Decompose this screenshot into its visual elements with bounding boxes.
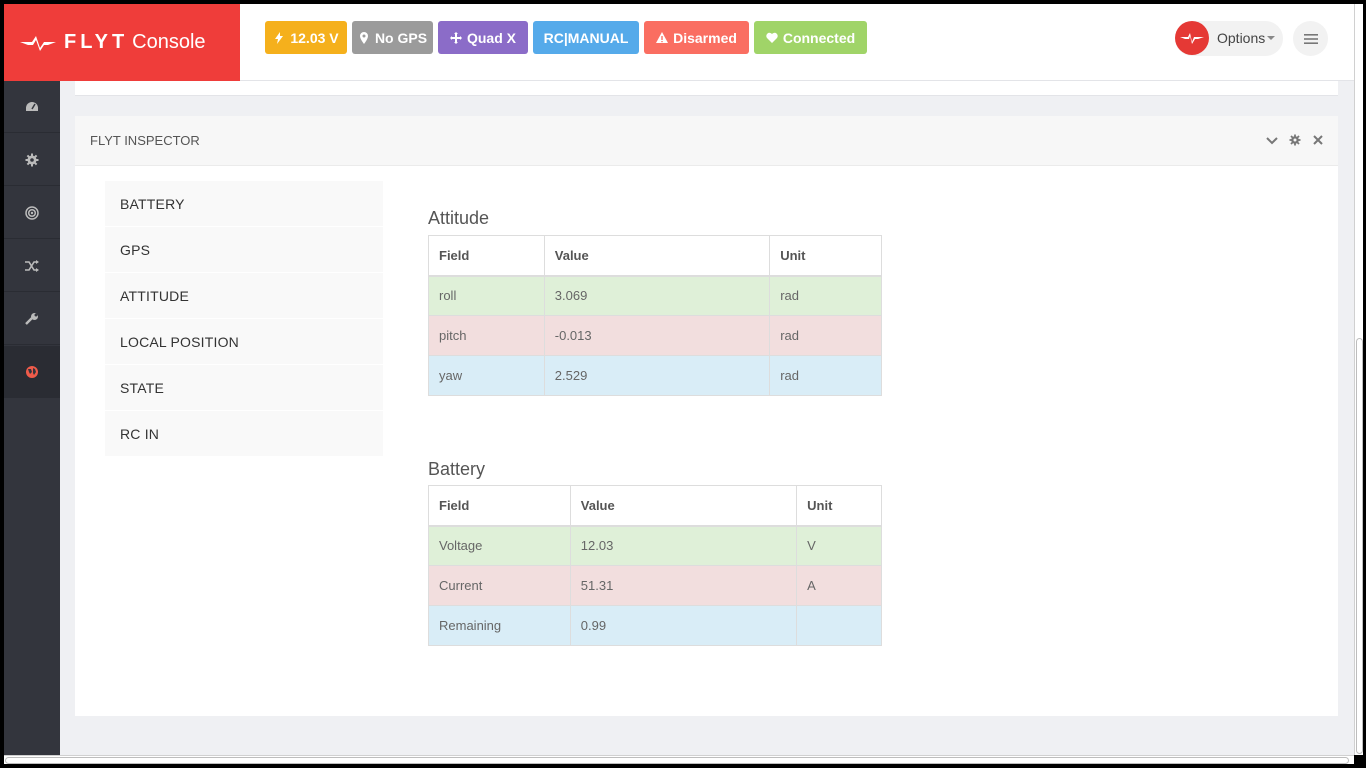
- sidebar-item-globe[interactable]: [4, 346, 60, 398]
- column-header-unit: Unit: [796, 485, 882, 527]
- sidebar-item-settings[interactable]: [4, 134, 60, 186]
- heart-icon: [766, 32, 778, 43]
- menu-button[interactable]: [1293, 21, 1328, 56]
- rc-mode-label: RC|MANUAL: [543, 29, 629, 46]
- warning-icon: [656, 31, 669, 43]
- shuffle-icon: [25, 259, 39, 272]
- voltage-label: 12.03 V: [290, 29, 339, 46]
- globe-icon: [26, 365, 38, 378]
- chevron-down-icon[interactable]: [1266, 134, 1278, 146]
- column-header-field: Field: [428, 235, 545, 277]
- cell-value: 12.03: [569, 525, 798, 566]
- nav-item-attitude[interactable]: ATTITUDE: [105, 273, 383, 319]
- column-header-field: Field: [428, 485, 571, 527]
- cell-value: -0.013: [543, 315, 771, 356]
- arrows-icon: [449, 31, 462, 44]
- wrench-icon: [25, 312, 38, 325]
- cell-field: roll: [428, 275, 545, 316]
- sidebar-item-tools[interactable]: [4, 293, 60, 345]
- gear-icon[interactable]: [1289, 134, 1301, 146]
- table-row: roll 3.069 rad: [428, 275, 882, 316]
- table-row: Voltage 12.03 V: [428, 525, 882, 566]
- frame-label: Quad X: [466, 29, 516, 46]
- cell-value: 3.069: [543, 275, 771, 316]
- frame-badge[interactable]: Quad X: [438, 21, 528, 54]
- cell-unit: A: [796, 565, 882, 606]
- cell-field: Voltage: [428, 525, 571, 566]
- table-header-row: Field Value Unit: [428, 235, 882, 277]
- cell-field: Current: [428, 565, 571, 606]
- arm-status-badge[interactable]: Disarmed: [644, 21, 749, 54]
- cell-value: 2.529: [543, 355, 771, 396]
- column-header-unit: Unit: [769, 235, 882, 277]
- cell-unit: V: [796, 525, 882, 566]
- sidebar-item-target[interactable]: [4, 187, 60, 239]
- options-dropdown[interactable]: Options: [1175, 21, 1283, 56]
- horizontal-scrollbar[interactable]: [4, 755, 1354, 764]
- avatar: [1175, 21, 1209, 55]
- cell-value: 51.31: [569, 565, 798, 606]
- panel-title: FLYT INSPECTOR: [90, 133, 200, 148]
- battery-table: Field Value Unit Voltage 12.03 V Current…: [428, 485, 882, 646]
- nav-item-gps[interactable]: GPS: [105, 227, 383, 273]
- column-header-value: Value: [543, 235, 771, 277]
- brand-flyt: FLYT: [64, 31, 129, 53]
- scrollbar-thumb[interactable]: [1356, 338, 1363, 754]
- column-header-value: Value: [569, 485, 798, 527]
- hamburger-icon: [1303, 33, 1318, 44]
- nav-item-state[interactable]: STATE: [105, 365, 383, 411]
- battery-title: Battery: [428, 459, 486, 479]
- options-label: Options: [1217, 30, 1266, 46]
- flyt-logo-icon: [1180, 33, 1204, 44]
- connection-badge[interactable]: Connected: [754, 21, 867, 54]
- voltage-badge[interactable]: 12.03 V: [265, 21, 347, 54]
- table-row: yaw 2.529 rad: [428, 355, 882, 396]
- previous-panel-edge: [75, 81, 1338, 96]
- cell-field: Remaining: [428, 605, 571, 646]
- inspector-panel: FLYT INSPECTOR BATTERY GPS ATTITUDE LOCA…: [75, 116, 1338, 716]
- inspector-nav: BATTERY GPS ATTITUDE LOCAL POSITION STAT…: [105, 181, 383, 457]
- vertical-scrollbar[interactable]: [1354, 4, 1363, 755]
- caret-down-icon: [1267, 36, 1275, 40]
- cell-field: yaw: [428, 355, 545, 396]
- cell-unit: rad: [769, 355, 882, 396]
- gps-badge[interactable]: No GPS: [352, 21, 433, 54]
- target-icon: [25, 205, 39, 220]
- table-row: Current 51.31 A: [428, 565, 882, 606]
- top-bar: 12.03 V No GPS Quad X RC|MANUAL Disarmed…: [240, 4, 1354, 81]
- sidebar: [4, 81, 60, 755]
- nav-item-battery[interactable]: BATTERY: [105, 181, 383, 227]
- scrollbar-thumb[interactable]: [5, 757, 1349, 764]
- bolt-icon: [275, 31, 284, 44]
- app-window: FLYT Console 12.03 V No GPS Quad X RC|MA…: [4, 4, 1354, 755]
- cell-field: pitch: [428, 315, 545, 356]
- rc-mode-badge[interactable]: RC|MANUAL: [533, 21, 639, 54]
- flyt-logo-icon: [20, 35, 56, 51]
- nav-item-local-position[interactable]: LOCAL POSITION: [105, 319, 383, 365]
- nav-item-rc-in[interactable]: RC IN: [105, 411, 383, 457]
- cell-unit: rad: [769, 315, 882, 356]
- sidebar-item-dashboard[interactable]: [4, 81, 60, 133]
- sidebar-item-shuffle[interactable]: [4, 240, 60, 292]
- attitude-table: Field Value Unit roll 3.069 rad pitch -0…: [428, 235, 882, 396]
- attitude-title: Attitude: [428, 208, 490, 228]
- gps-label: No GPS: [374, 29, 428, 46]
- dashboard-icon: [26, 101, 38, 111]
- brand-logo[interactable]: FLYT Console: [4, 4, 240, 81]
- cell-unit: [796, 605, 882, 646]
- connection-label: Connected: [782, 29, 856, 46]
- brand-console: Console: [132, 31, 206, 53]
- close-icon[interactable]: [1312, 134, 1324, 146]
- table-row: pitch -0.013 rad: [428, 315, 882, 356]
- map-marker-icon: [359, 31, 368, 44]
- table-header-row: Field Value Unit: [428, 485, 882, 527]
- cell-value: 0.99: [569, 605, 798, 646]
- table-row: Remaining 0.99: [428, 605, 882, 646]
- panel-header: FLYT INSPECTOR: [75, 116, 1338, 166]
- arm-status-label: Disarmed: [673, 29, 737, 46]
- gear-icon: [25, 153, 39, 166]
- cell-unit: rad: [769, 275, 882, 316]
